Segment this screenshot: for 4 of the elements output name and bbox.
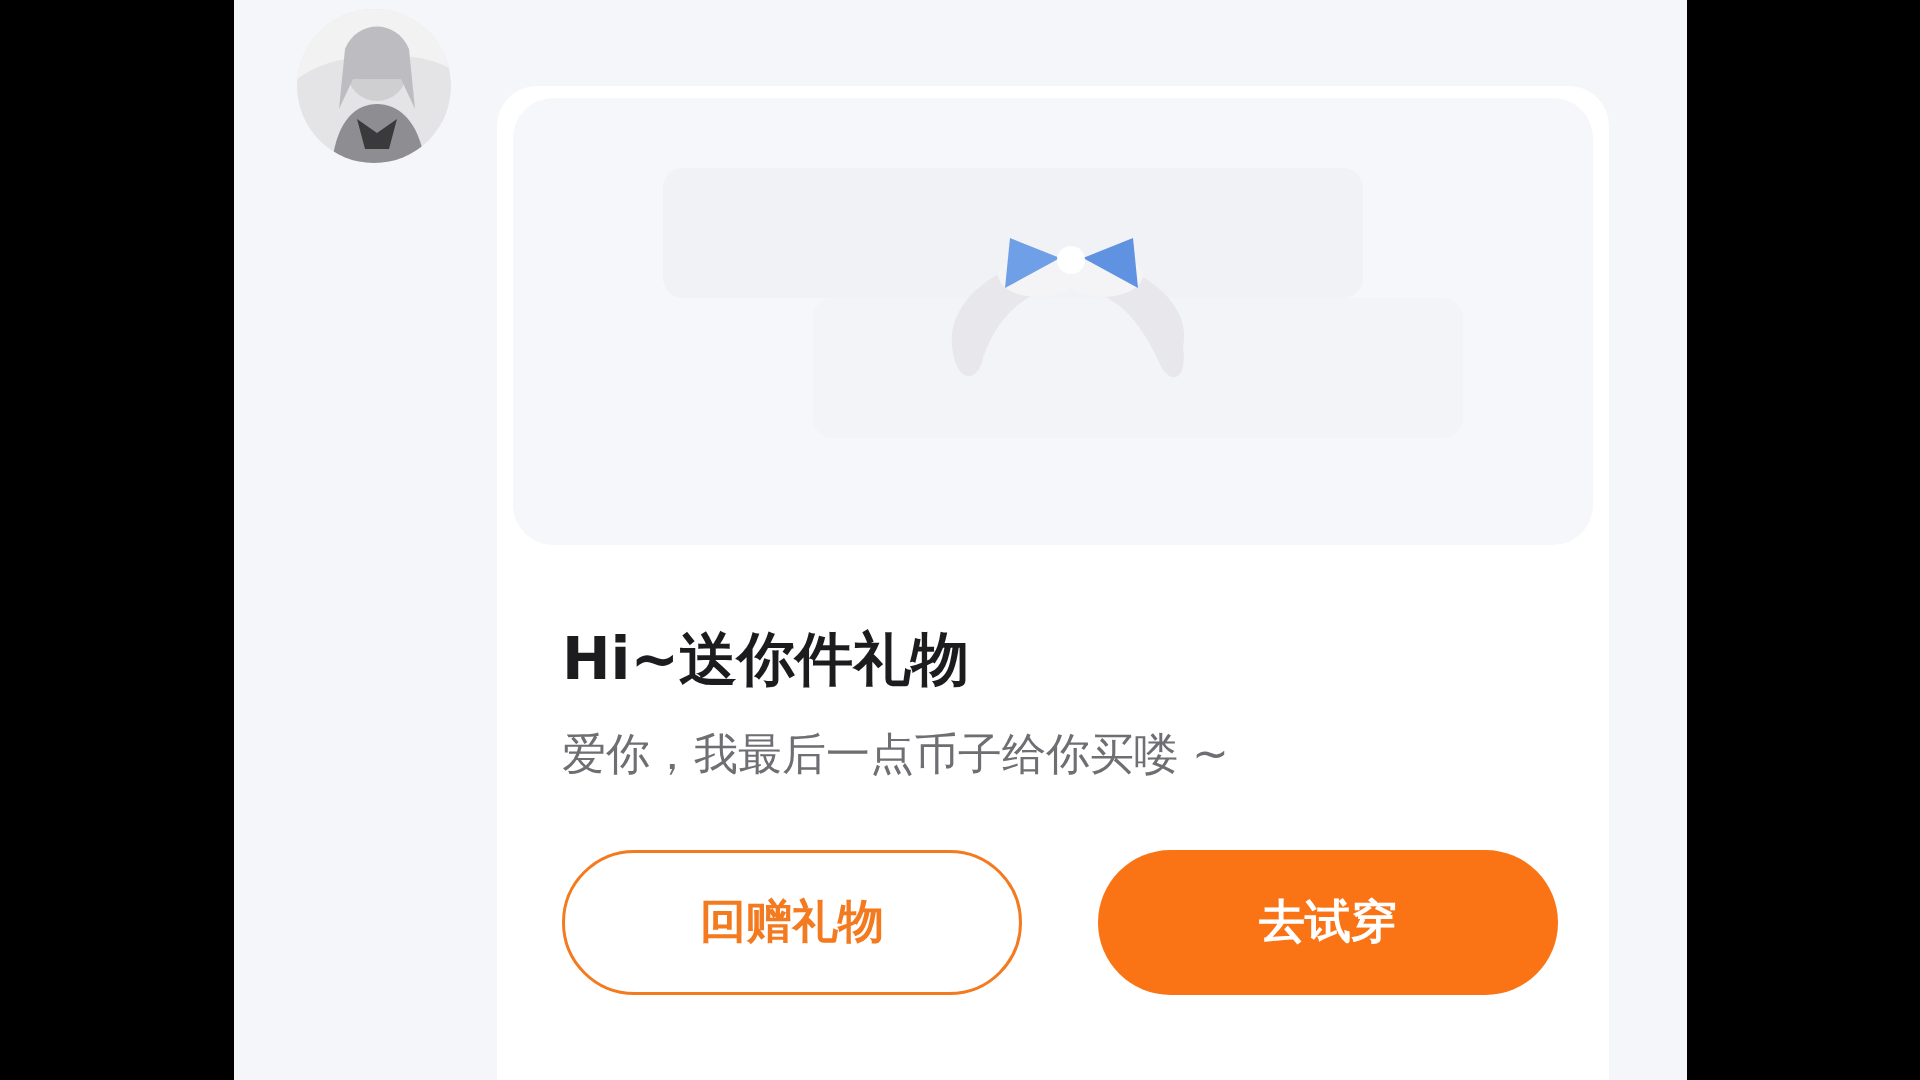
return-gift-button[interactable]: 回赠礼物	[562, 849, 1022, 995]
gift-message: 爱你，我最后一点币子给你买喽 ~	[562, 726, 1229, 781]
try-on-button[interactable]: 去试穿	[1098, 849, 1558, 995]
gift-title: Hi~送你件礼物	[562, 625, 970, 695]
